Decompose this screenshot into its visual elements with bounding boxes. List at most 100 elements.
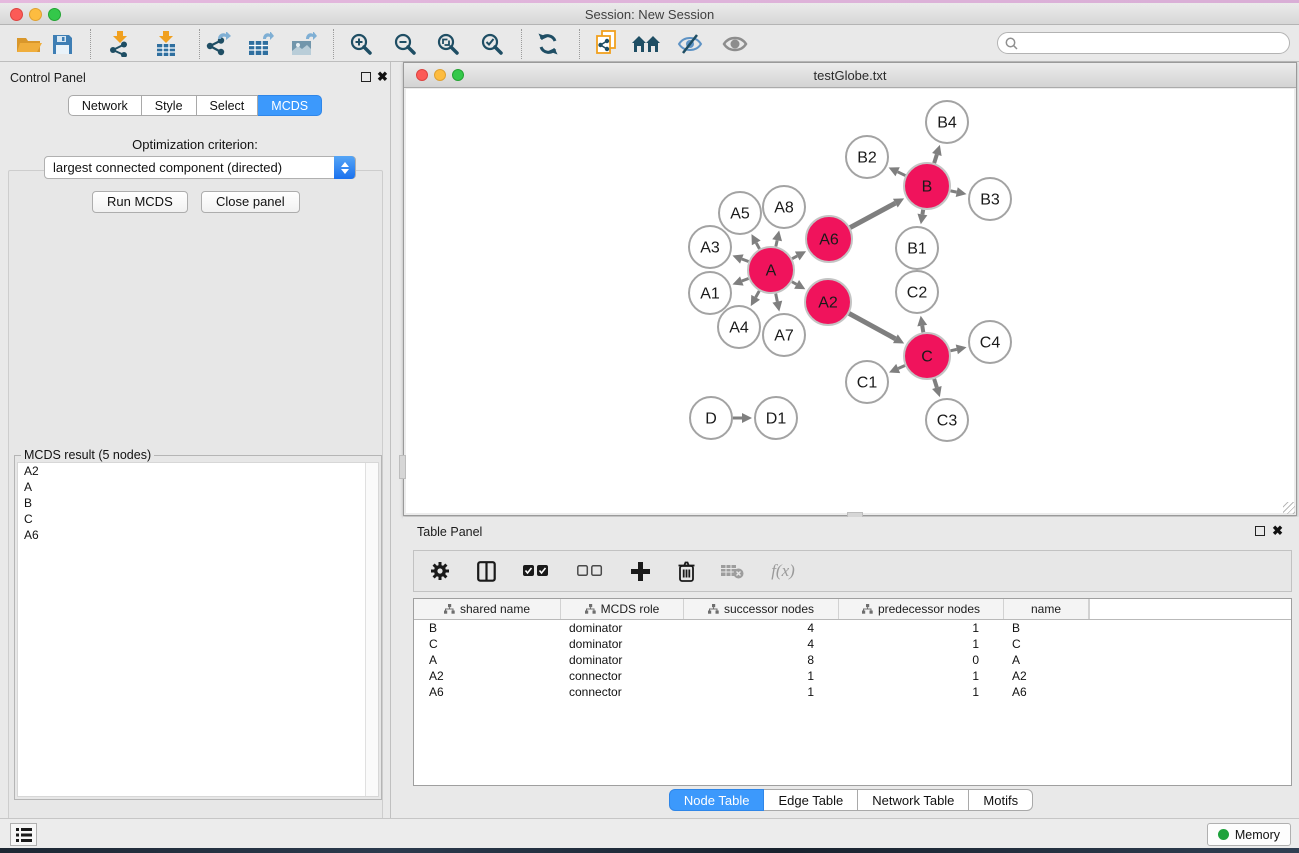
window-resize-grip[interactable]	[1283, 502, 1295, 514]
cell-successor-nodes[interactable]: 4	[684, 636, 839, 652]
tab-edge-table[interactable]: Edge Table	[764, 789, 858, 811]
cell-predecessor-nodes[interactable]: 1	[839, 684, 1004, 700]
mcds-result-item[interactable]: A2	[18, 463, 378, 479]
close-panel-button[interactable]: Close panel	[201, 191, 300, 213]
table-row-C[interactable]: Cdominator41C	[414, 636, 1291, 652]
edge-A6-B[interactable]	[850, 203, 895, 227]
tab-select[interactable]: Select	[197, 95, 259, 116]
export-network-button[interactable]	[201, 30, 235, 58]
cell-predecessor-nodes[interactable]: 0	[839, 652, 1004, 668]
refresh-view-button[interactable]	[531, 30, 565, 58]
show-columns-button[interactable]	[474, 558, 498, 584]
network-graph[interactable]: B4B2BB3A5A8A6A3B1AA1C2A2A4A7CC4C1C3DD1	[406, 89, 1294, 514]
zoom-out-button[interactable]	[388, 30, 422, 58]
memory-button[interactable]: Memory	[1207, 823, 1291, 846]
select-all-button[interactable]	[520, 558, 552, 584]
edge-A-A4[interactable]	[756, 291, 760, 297]
table-row-A[interactable]: Adominator80A	[414, 652, 1291, 668]
network-window-titlebar[interactable]: testGlobe.txt	[404, 63, 1296, 88]
cell-predecessor-nodes[interactable]: 1	[839, 668, 1004, 684]
cell-predecessor-nodes[interactable]: 1	[839, 636, 1004, 652]
column-header-MCDS-role[interactable]: MCDS role	[561, 599, 684, 619]
cell-shared-name[interactable]: A	[414, 652, 561, 668]
cell-shared-name[interactable]: A2	[414, 668, 561, 684]
deselect-all-button[interactable]	[574, 558, 606, 584]
open-session-button[interactable]	[11, 30, 45, 58]
edge-A-A8[interactable]	[776, 240, 777, 246]
delete-button[interactable]	[674, 558, 698, 584]
cell-MCDS-role[interactable]: dominator	[561, 620, 684, 636]
column-header-name[interactable]: name	[1004, 599, 1089, 619]
float-panel-icon[interactable]	[361, 72, 371, 82]
import-table-button[interactable]	[149, 30, 183, 58]
cell-successor-nodes[interactable]: 4	[684, 620, 839, 636]
first-neighbors-button[interactable]	[630, 30, 664, 58]
mcds-result-item[interactable]: B	[18, 495, 378, 511]
cell-MCDS-role[interactable]: connector	[561, 668, 684, 684]
mcds-result-item[interactable]: A	[18, 479, 378, 495]
table-settings-button[interactable]	[428, 558, 452, 584]
cell-name[interactable]: B	[1004, 620, 1089, 636]
show-all-button[interactable]	[718, 30, 752, 58]
edge-A-A3[interactable]	[742, 259, 749, 262]
table-row-A2[interactable]: A2connector11A2	[414, 668, 1291, 684]
tab-style[interactable]: Style	[142, 95, 197, 116]
cell-name[interactable]: A6	[1004, 684, 1089, 700]
tab-node-table[interactable]: Node Table	[669, 789, 765, 811]
cell-successor-nodes[interactable]: 8	[684, 652, 839, 668]
zoom-selected-button[interactable]	[475, 30, 509, 58]
cell-shared-name[interactable]: B	[414, 620, 561, 636]
tab-motifs[interactable]: Motifs	[969, 789, 1033, 811]
edge-A-A5[interactable]	[756, 243, 759, 249]
edge-C-C2[interactable]	[922, 326, 923, 333]
tab-network[interactable]: Network	[68, 95, 142, 116]
edge-B-B4[interactable]	[934, 154, 937, 163]
edge-A2-C[interactable]	[849, 313, 895, 338]
edge-A-A6[interactable]	[792, 256, 797, 259]
import-network-button[interactable]	[103, 30, 137, 58]
edge-A-A2[interactable]	[792, 282, 797, 285]
search-input[interactable]	[1023, 36, 1289, 50]
edge-B-B2[interactable]	[898, 172, 906, 176]
edge-C-C1[interactable]	[898, 366, 905, 369]
cell-name[interactable]: C	[1004, 636, 1089, 652]
add-button[interactable]	[628, 558, 652, 584]
close-panel-icon[interactable]: ✖	[377, 72, 388, 82]
mcds-result-list[interactable]: A2ABCA6	[17, 462, 379, 797]
mcds-result-item[interactable]: C	[18, 511, 378, 527]
cell-name[interactable]: A2	[1004, 668, 1089, 684]
edge-A-A7[interactable]	[776, 294, 778, 302]
zoom-in-button[interactable]	[344, 30, 378, 58]
cell-MCDS-role[interactable]: dominator	[561, 636, 684, 652]
cell-successor-nodes[interactable]: 1	[684, 684, 839, 700]
cell-predecessor-nodes[interactable]: 1	[839, 620, 1004, 636]
table-row-B[interactable]: Bdominator41B	[414, 620, 1291, 636]
edge-B-B1[interactable]	[922, 210, 923, 215]
export-table-button[interactable]	[244, 30, 278, 58]
panel-divider-handle-left[interactable]	[399, 455, 406, 479]
cell-MCDS-role[interactable]: dominator	[561, 652, 684, 668]
edge-C-C3[interactable]	[934, 379, 937, 388]
delete-table-button[interactable]	[720, 558, 744, 584]
search-field[interactable]	[997, 32, 1290, 54]
cell-shared-name[interactable]: C	[414, 636, 561, 652]
task-history-button[interactable]	[10, 823, 37, 846]
float-table-panel-icon[interactable]	[1255, 526, 1265, 536]
column-header-successor-nodes[interactable]: successor nodes	[684, 599, 839, 619]
cell-shared-name[interactable]: A6	[414, 684, 561, 700]
cell-MCDS-role[interactable]: connector	[561, 684, 684, 700]
column-header-shared-name[interactable]: shared name	[414, 599, 561, 619]
tab-network-table[interactable]: Network Table	[858, 789, 969, 811]
function-builder-button[interactable]: f(x)	[766, 558, 800, 584]
column-header-predecessor-nodes[interactable]: predecessor nodes	[839, 599, 1004, 619]
edge-B-B3[interactable]	[951, 191, 957, 192]
export-image-button[interactable]	[287, 30, 321, 58]
network-canvas[interactable]: B4B2BB3A5A8A6A3B1AA1C2A2A4A7CC4C1C3DD1	[406, 89, 1294, 513]
optimization-criterion-dropdown[interactable]: largest connected component (directed)	[44, 156, 356, 179]
edge-C-C4[interactable]	[950, 349, 956, 350]
tab-mcds[interactable]: MCDS	[258, 95, 322, 116]
mcds-result-item[interactable]: A6	[18, 527, 378, 543]
table-row-A6[interactable]: A6connector11A6	[414, 684, 1291, 700]
new-network-from-selection-button[interactable]	[590, 30, 624, 58]
save-session-button[interactable]	[45, 30, 79, 58]
